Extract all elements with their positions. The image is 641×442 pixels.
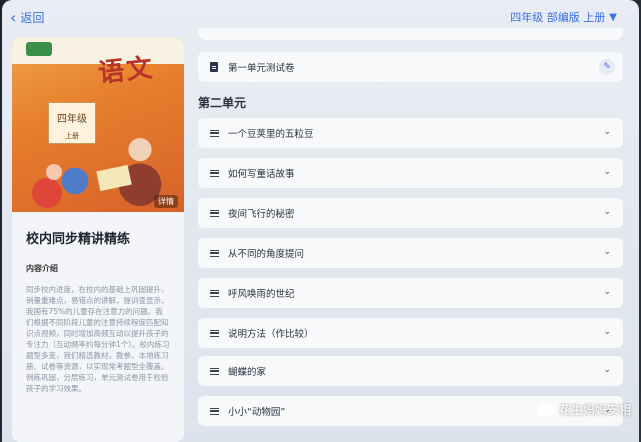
lesson-label: 小小“动物园” bbox=[228, 407, 286, 418]
lesson-item[interactable]: 说明方法（作比较） ⌄ bbox=[198, 318, 623, 348]
lesson-label: 一个豆荚里的五粒豆 bbox=[228, 129, 314, 140]
lesson-label: 如何写童话故事 bbox=[228, 169, 295, 180]
list-icon bbox=[210, 289, 219, 297]
chevron-down-icon: ⌄ bbox=[603, 327, 611, 337]
lesson-list: 第一单元测试卷 ✎ 第二单元 一个豆荚里的五粒豆 ⌄ 如何写童话故事 ⌄ 夜间飞… bbox=[198, 0, 623, 442]
lesson-label: 呼风唤雨的世纪 bbox=[228, 289, 295, 300]
list-icon bbox=[210, 407, 219, 415]
section-title: 第二单元 bbox=[198, 96, 247, 110]
list-icon bbox=[210, 329, 219, 337]
wechat-icon bbox=[536, 402, 555, 417]
lesson-label: 从不同的角度提问 bbox=[228, 249, 305, 260]
unit-test-row[interactable]: 第一单元测试卷 ✎ bbox=[198, 52, 623, 82]
cover-grade: 四年级 bbox=[57, 114, 87, 125]
chevron-down-icon: ⌄ bbox=[603, 365, 611, 375]
chevron-down-icon: ⌄ bbox=[603, 247, 611, 257]
unit-test-label: 第一单元测试卷 bbox=[228, 63, 295, 74]
app-screen: ‹ 返回 四年级 部编版 上册 ▼ 语文 四年级 上册 详情 校内同步精讲精练 … bbox=[2, 0, 639, 442]
cover-title: 语文 bbox=[96, 53, 156, 89]
list-icon bbox=[210, 169, 219, 177]
course-title: 校内同步精讲精练 bbox=[26, 232, 131, 247]
back-button[interactable]: ‹ 返回 bbox=[10, 9, 44, 26]
chevron-down-icon: ⌄ bbox=[603, 127, 611, 137]
lesson-item[interactable]: 呼风唤雨的世纪 ⌄ bbox=[198, 278, 623, 308]
list-icon bbox=[210, 129, 219, 137]
lesson-label: 说明方法（作比较） bbox=[228, 329, 314, 340]
lesson-item[interactable]: 夜间飞行的秘密 ⌄ bbox=[198, 198, 623, 228]
lesson-item[interactable]: 蝴蝶的家 ⌄ bbox=[198, 356, 623, 386]
intro-text: 同步校内进度，在校内的基础上巩固提升，销量重难点，易错点的讲解，提训查显示，我国… bbox=[26, 285, 170, 393]
book-info-panel: 语文 四年级 上册 详情 校内同步精讲精练 内容介绍 同步校内进度，在校内的基础… bbox=[12, 38, 184, 442]
lesson-item[interactable]: 一个豆荚里的五粒豆 ⌄ bbox=[198, 118, 623, 148]
lesson-item[interactable]: 如何写童话故事 ⌄ bbox=[198, 158, 623, 188]
book-cover: 语文 四年级 上册 详情 bbox=[12, 38, 184, 212]
chevron-left-icon: ‹ bbox=[10, 7, 17, 27]
edit-icon[interactable]: ✎ bbox=[599, 59, 615, 75]
lesson-label: 蝴蝶的家 bbox=[228, 367, 267, 378]
cover-volume: 上册 bbox=[65, 132, 79, 140]
back-label: 返回 bbox=[20, 11, 45, 25]
list-icon bbox=[210, 209, 219, 217]
document-icon bbox=[210, 62, 218, 72]
chevron-down-icon: ⌄ bbox=[603, 207, 611, 217]
lesson-item[interactable]: 从不同的角度提问 ⌄ bbox=[198, 238, 623, 268]
intro-heading: 内容介绍 bbox=[26, 264, 58, 273]
lesson-label: 夜间飞行的秘密 bbox=[228, 209, 295, 220]
chevron-down-icon: ⌄ bbox=[603, 167, 611, 177]
watermark-text: 花生妈妈安相 bbox=[558, 403, 631, 417]
detail-button[interactable]: 详情 bbox=[154, 195, 178, 208]
previous-item-stub bbox=[198, 28, 623, 40]
list-icon bbox=[210, 249, 219, 257]
watermark: 花生妈妈安相 bbox=[536, 401, 631, 418]
cover-grade-box: 四年级 上册 bbox=[48, 102, 96, 144]
list-icon bbox=[210, 367, 219, 375]
cover-illustration-children bbox=[26, 148, 96, 208]
publisher-logo bbox=[26, 42, 52, 56]
chevron-down-icon: ⌄ bbox=[603, 287, 611, 297]
